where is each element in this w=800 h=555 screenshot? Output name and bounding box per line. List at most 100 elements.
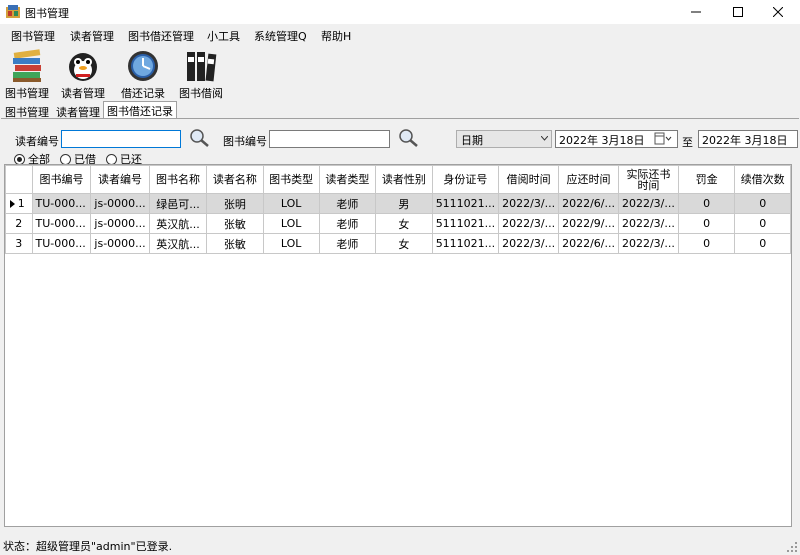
table-cell[interactable]: 老师 [318, 233, 377, 254]
table-row[interactable]: 1 TU-000... js-0000... 绿邑可... 张明 LOL 老师男 511102… [5, 193, 791, 214]
menu-book-management[interactable]: 图书管理 [11, 28, 55, 44]
table-cell[interactable]: 英汉航... [148, 233, 208, 254]
date-type-select[interactable]: 日期 [456, 130, 552, 148]
toolbar-borrow-records-button[interactable]: 借还记录 [118, 49, 168, 100]
row-header[interactable]: 1 [5, 193, 33, 214]
menu-system[interactable]: 系统管理Q [254, 28, 307, 44]
table-cell[interactable]: 老师 [318, 193, 377, 214]
tab-strip: 图书管理 读者管理 图书借还记录 [0, 101, 800, 120]
reader-icon [69, 53, 97, 81]
window-title: 图书管理 [25, 7, 69, 20]
reader-id-input[interactable] [61, 130, 181, 148]
row-header[interactable]: 3 [5, 233, 33, 254]
table-cell[interactable]: 5111021... [431, 193, 500, 214]
status-bar: 状态：超级管理员"admin"已登录. [0, 534, 800, 555]
table-cell[interactable]: 0 [734, 213, 791, 234]
table-cell[interactable]: 5111021... [431, 213, 500, 234]
book-search-icon[interactable] [398, 128, 420, 148]
table-cell[interactable]: 0 [677, 213, 736, 234]
toolbar: 图书管理 读者管理 借还记录 图书借阅 [0, 45, 800, 100]
column-header[interactable]: 图书名称 [148, 165, 208, 194]
table-cell[interactable]: 张敏 [206, 213, 264, 234]
table-cell[interactable]: 0 [677, 193, 736, 214]
to-label: 至 [682, 136, 693, 149]
table-cell[interactable]: LOL [262, 193, 320, 214]
toolbar-book-management-button[interactable]: 图书管理 [2, 49, 52, 100]
table-cell[interactable]: 老师 [318, 213, 377, 234]
table-cell[interactable]: 绿邑可... [148, 193, 208, 214]
table-cell[interactable]: 2022/3/... [617, 213, 679, 234]
column-header[interactable]: 读者性别 [375, 165, 433, 194]
table-cell[interactable]: 2022/3/... [498, 213, 560, 234]
column-header[interactable]: 图书编号 [31, 165, 92, 194]
table-cell[interactable]: 2022/3/... [498, 193, 560, 214]
table-cell[interactable]: 女 [375, 213, 433, 234]
reader-search-icon[interactable] [189, 128, 211, 148]
table-cell[interactable]: 0 [734, 193, 791, 214]
menu-borrow-return[interactable]: 图书借还管理 [128, 28, 194, 44]
column-header[interactable]: 读者名称 [206, 165, 264, 194]
date-from-picker[interactable]: 2022年 3月18日 [555, 130, 678, 148]
maximize-icon [733, 7, 743, 17]
table-cell[interactable]: 张敏 [206, 233, 264, 254]
menu-bar: 图书管理 读者管理 图书借还管理 小工具 系统管理Q 帮助H [0, 24, 800, 44]
table-cell[interactable]: TU-000... [31, 193, 92, 214]
table-row[interactable]: 2 TU-000... js-0000... 英汉航... 张敏 LOL 老师女 511102… [5, 213, 791, 234]
row-number: 3 [15, 237, 23, 250]
column-header[interactable]: 续借次数 [734, 165, 791, 194]
chevron-down-icon [541, 136, 548, 141]
table-cell[interactable]: 2022/6/... [558, 233, 619, 254]
table-cell[interactable]: js-0000... [90, 193, 150, 214]
table-cell[interactable]: 张明 [206, 193, 264, 214]
table-cell[interactable]: 英汉航... [148, 213, 208, 234]
table-cell[interactable]: 5111021... [431, 233, 500, 254]
column-header[interactable]: 应还时间 [558, 165, 619, 194]
maximize-button[interactable] [720, 0, 756, 24]
toolbar-label: 图书管理 [5, 87, 49, 100]
table-row[interactable]: 3 TU-000... js-0000... 英汉航... 张敏 LOL 老师女 511102… [5, 233, 791, 254]
table-cell[interactable]: TU-000... [31, 233, 92, 254]
table-cell[interactable]: LOL [262, 233, 320, 254]
table-cell[interactable]: 男 [375, 193, 433, 214]
resize-grip-icon[interactable] [786, 541, 798, 553]
records-grid[interactable]: 图书编号 读者编号 图书名称 读者名称 图书类型 读者类型 读者性别 身份证号 … [4, 164, 792, 527]
toolbar-book-borrow-button[interactable]: 图书借阅 [176, 49, 226, 100]
table-cell[interactable]: js-0000... [90, 233, 150, 254]
table-cell[interactable]: 2022/9/... [558, 213, 619, 234]
table-cell[interactable]: LOL [262, 213, 320, 234]
minimize-button[interactable] [678, 0, 714, 24]
book-id-input[interactable] [269, 130, 390, 148]
menu-tools[interactable]: 小工具 [207, 28, 240, 44]
table-cell[interactable]: 2022/3/... [498, 233, 560, 254]
menu-help[interactable]: 帮助H [321, 28, 351, 44]
date-type-value: 日期 [461, 134, 483, 147]
row-number: 2 [15, 217, 23, 230]
close-button[interactable] [760, 0, 796, 24]
table-cell[interactable]: 2022/6/... [558, 193, 619, 214]
corner-cell[interactable] [5, 165, 33, 194]
date-to-picker[interactable]: 2022年 3月18日 [698, 130, 798, 148]
column-header[interactable]: 读者编号 [90, 165, 150, 194]
toolbar-label: 借还记录 [121, 87, 165, 100]
table-cell[interactable]: 0 [734, 233, 791, 254]
records-table: 图书编号 读者编号 图书名称 读者名称 图书类型 读者类型 读者性别 身份证号 … [5, 165, 791, 254]
menu-reader-management[interactable]: 读者管理 [70, 28, 114, 44]
column-header[interactable]: 实际还书时间 [617, 165, 679, 194]
column-header[interactable]: 读者类型 [318, 165, 377, 194]
table-cell[interactable]: 0 [677, 233, 736, 254]
column-header[interactable]: 罚金 [677, 165, 736, 194]
date-from-value: 2022年 3月18日 [559, 134, 645, 147]
radio-dot [106, 153, 117, 165]
table-cell[interactable]: js-0000... [90, 213, 150, 234]
column-header[interactable]: 身份证号 [431, 165, 500, 194]
toolbar-reader-management-button[interactable]: 读者管理 [58, 49, 108, 100]
table-cell[interactable]: 2022/3/... [617, 193, 679, 214]
title-bar: 图书管理 [0, 0, 800, 24]
column-header[interactable]: 图书类型 [262, 165, 320, 194]
app-icon [6, 5, 20, 18]
column-header[interactable]: 借阅时间 [498, 165, 560, 194]
table-cell[interactable]: 2022/3/... [617, 233, 679, 254]
table-cell[interactable]: 女 [375, 233, 433, 254]
table-cell[interactable]: TU-000... [31, 213, 92, 234]
row-header[interactable]: 2 [5, 213, 33, 234]
